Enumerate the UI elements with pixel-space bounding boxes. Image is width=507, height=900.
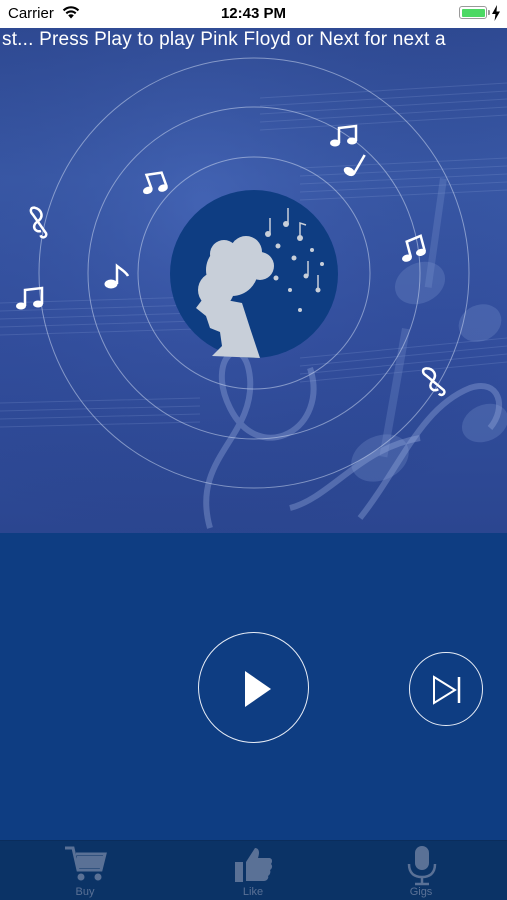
artist-silhouette-logo	[170, 190, 338, 358]
status-time: 12:43 PM	[220, 5, 287, 22]
tab-gigs-label: Gigs	[409, 886, 433, 898]
next-button[interactable]	[409, 652, 483, 726]
play-button[interactable]	[198, 632, 309, 743]
charging-icon	[492, 5, 500, 21]
status-bar: Carrier 12:43 PM	[0, 0, 507, 28]
now-playing-ticker: st... Press Play to play Pink Floyd or N…	[0, 28, 507, 52]
now-playing-text: st... Press Play to play Pink Floyd or N…	[2, 29, 446, 50]
battery-icon	[459, 6, 490, 19]
tab-buy[interactable]: Buy	[25, 841, 145, 900]
cart-icon	[65, 846, 107, 881]
tab-like[interactable]: Like	[193, 841, 313, 900]
tab-buy-label: Buy	[75, 886, 95, 898]
tab-bar: Buy Like Gigs	[0, 840, 507, 900]
tab-like-label: Like	[242, 886, 264, 898]
thumbs-up-icon	[235, 848, 273, 882]
play-icon	[245, 671, 271, 707]
player-controls	[0, 533, 507, 840]
skip-next-icon	[433, 675, 461, 705]
album-artwork	[0, 28, 507, 533]
microphone-icon	[407, 846, 437, 886]
tab-gigs[interactable]: Gigs	[361, 841, 481, 900]
